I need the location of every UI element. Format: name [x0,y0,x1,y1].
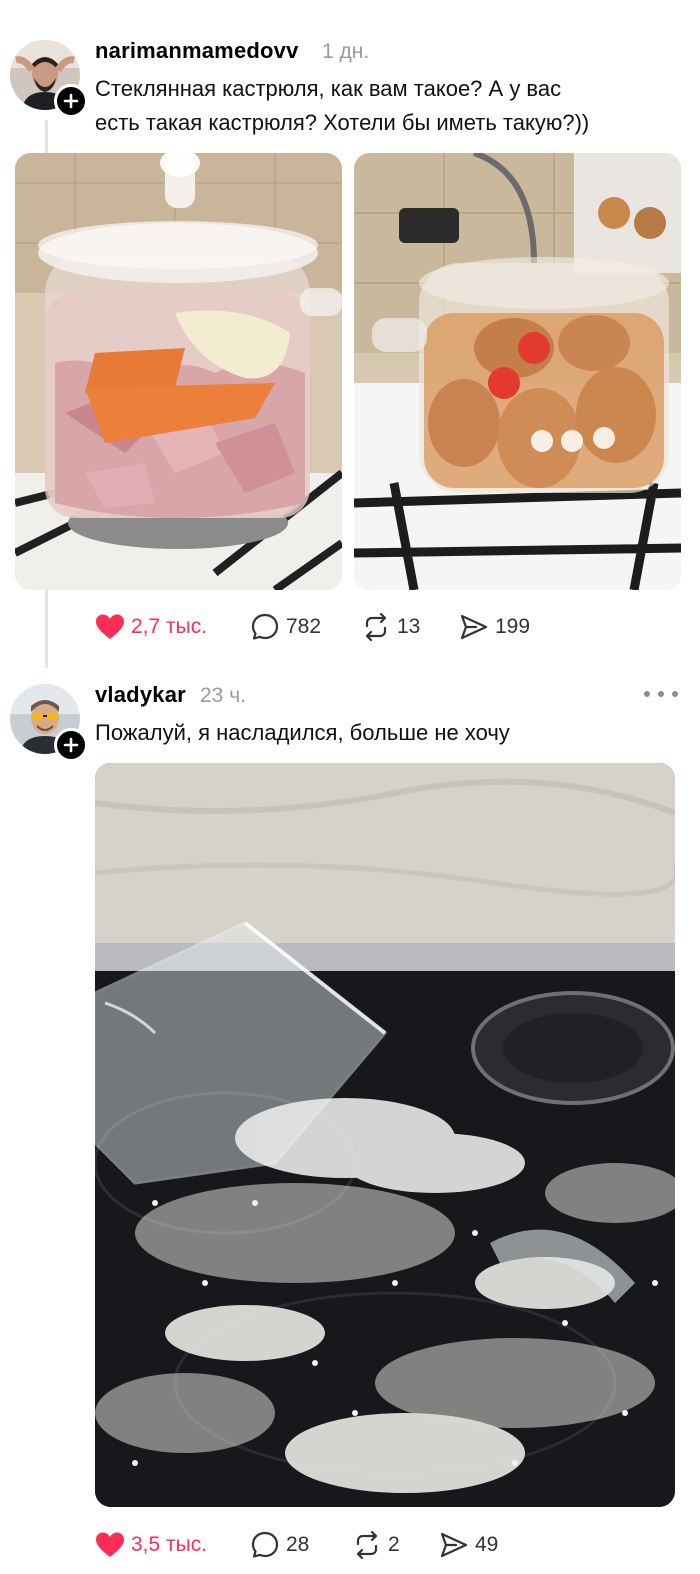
repost-icon [356,1530,378,1560]
follow-button[interactable] [54,728,88,762]
comment-icon [251,1531,279,1558]
post-actions: 3,5 тыс. 28 2 49 [95,1525,655,1565]
post-text-line: есть такая кастрюля? Хотели бы иметь так… [95,110,590,135]
post-actions: 2,7 тыс. 782 13 199 [95,607,655,647]
share-button[interactable]: 49 [439,1525,498,1565]
post-time: 1 дн. [322,40,370,63]
plus-icon [63,93,79,109]
share-button[interactable]: 199 [459,607,530,647]
post-text: Стеклянная кастрюля, как вам такое? А у … [95,72,589,140]
post-image[interactable] [354,153,681,590]
post-1: narimanmamedovv 1 дн. Стеклянная кастрюл… [0,0,700,670]
repost-count: 2 [388,1533,400,1556]
username[interactable]: vladykar [95,682,186,708]
repost-button[interactable]: 13 [361,607,420,647]
post-time: 23 ч. [200,684,246,707]
like-button[interactable]: 3,5 тыс. [95,1525,207,1565]
send-icon [460,614,488,640]
heart-icon [96,614,124,639]
more-icon [644,691,650,697]
post-text-line: Стеклянная кастрюля, как вам такое? А у … [95,76,562,101]
comment-button[interactable]: 28 [250,1525,309,1565]
username[interactable]: narimanmamedovv [95,38,299,64]
repost-count: 13 [397,615,421,638]
share-count: 49 [475,1533,499,1556]
comment-count: 782 [286,615,322,638]
post-image[interactable] [95,763,675,1507]
more-button[interactable] [644,687,678,701]
repost-button[interactable]: 2 [352,1525,400,1565]
comment-button[interactable]: 782 [250,607,321,647]
follow-button[interactable] [54,84,88,118]
comment-icon [251,613,279,640]
post-image[interactable] [15,153,342,590]
like-button[interactable]: 2,7 тыс. [95,607,207,647]
like-count: 3,5 тыс. [131,1533,208,1556]
send-icon [440,1532,468,1558]
plus-icon [63,737,79,753]
repost-icon [365,612,387,642]
post-text-line: Пожалуй, я насладился, больше не хочу [95,720,510,745]
share-count: 199 [495,615,531,638]
heart-icon [96,1532,124,1557]
like-count: 2,7 тыс. [131,615,208,638]
post-2: vladykar 23 ч. Пожалуй, я насладился, бо… [0,670,700,1574]
post-text: Пожалуй, я насладился, больше не хочу [95,716,510,750]
comment-count: 28 [286,1533,310,1556]
